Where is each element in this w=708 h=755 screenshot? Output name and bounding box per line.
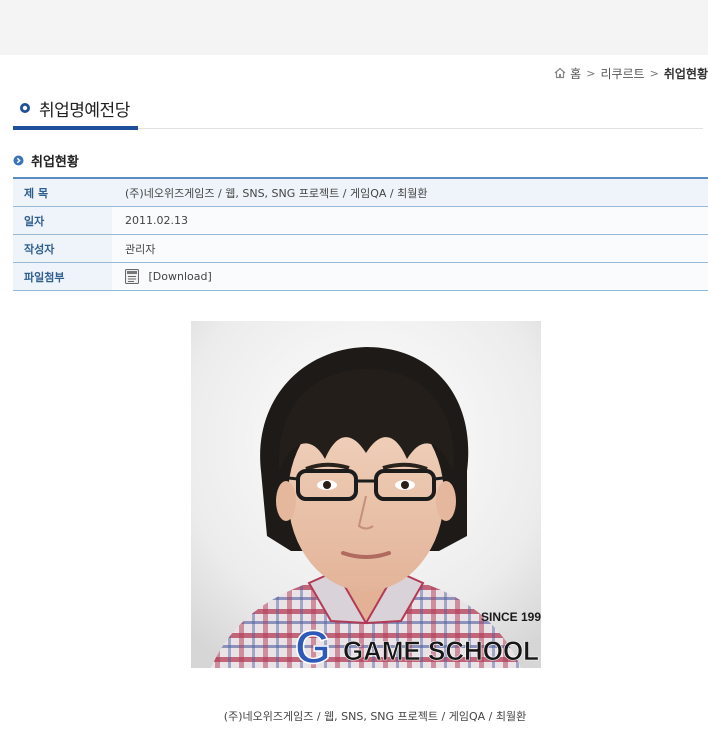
- breadcrumb: 홈 > 리쿠르트 > 취업현황: [554, 65, 708, 81]
- circle-bullet-icon: [20, 103, 30, 113]
- document-icon[interactable]: [125, 269, 139, 284]
- portrait-image: SINCE 1993 G GAME SCHOOL: [191, 321, 541, 668]
- logo-letter: G: [295, 621, 331, 668]
- author-value: 관리자: [112, 234, 708, 263]
- profile-photo: SINCE 1993 G GAME SCHOOL: [191, 321, 541, 668]
- section-heading: 취업현황: [13, 150, 79, 170]
- logo-since: SINCE 1993: [481, 610, 541, 624]
- top-banner-area: [0, 0, 708, 55]
- breadcrumb-home[interactable]: 홈: [570, 65, 581, 82]
- chevron-right-icon: >: [586, 66, 596, 80]
- post-info-table: 제 목 (주)네오위즈게임즈 / 웹, SNS, SNG 프로젝트 / 게임QA…: [13, 177, 708, 291]
- title-label: 제 목: [13, 178, 112, 207]
- home-icon[interactable]: [554, 67, 566, 79]
- arrow-bullet-icon: [13, 155, 24, 165]
- table-row: 작성자 관리자: [13, 234, 708, 263]
- page-title-bar: 취업명예전당: [13, 92, 703, 130]
- download-link[interactable]: [Download]: [149, 270, 212, 283]
- chevron-right-icon: >: [649, 66, 659, 80]
- table-row: 파일첨부 [Download]: [13, 262, 708, 291]
- date-label: 일자: [13, 206, 112, 235]
- date-value: 2011.02.13: [112, 206, 708, 235]
- title-value: (주)네오위즈게임즈 / 웹, SNS, SNG 프로젝트 / 게임QA / 최…: [112, 178, 708, 207]
- table-row: 일자 2011.02.13: [13, 206, 708, 235]
- breadcrumb-current: 취업현황: [663, 66, 708, 81]
- attachment-cell: [Download]: [112, 262, 708, 291]
- attachment-label: 파일첨부: [13, 262, 112, 291]
- section-title: 취업현황: [31, 154, 79, 170]
- photo-caption: (주)네오위즈게임즈 / 웹, SNS, SNG 프로젝트 / 게임QA / 최…: [223, 710, 527, 723]
- author-label: 작성자: [13, 234, 112, 263]
- breadcrumb-recruit[interactable]: 리쿠르트: [600, 65, 644, 82]
- title-underline: [13, 126, 138, 130]
- page-title: 취업명예전당: [39, 101, 130, 121]
- logo-text: GAME SCHOOL: [343, 636, 539, 666]
- table-row: 제 목 (주)네오위즈게임즈 / 웹, SNS, SNG 프로젝트 / 게임QA…: [13, 178, 708, 207]
